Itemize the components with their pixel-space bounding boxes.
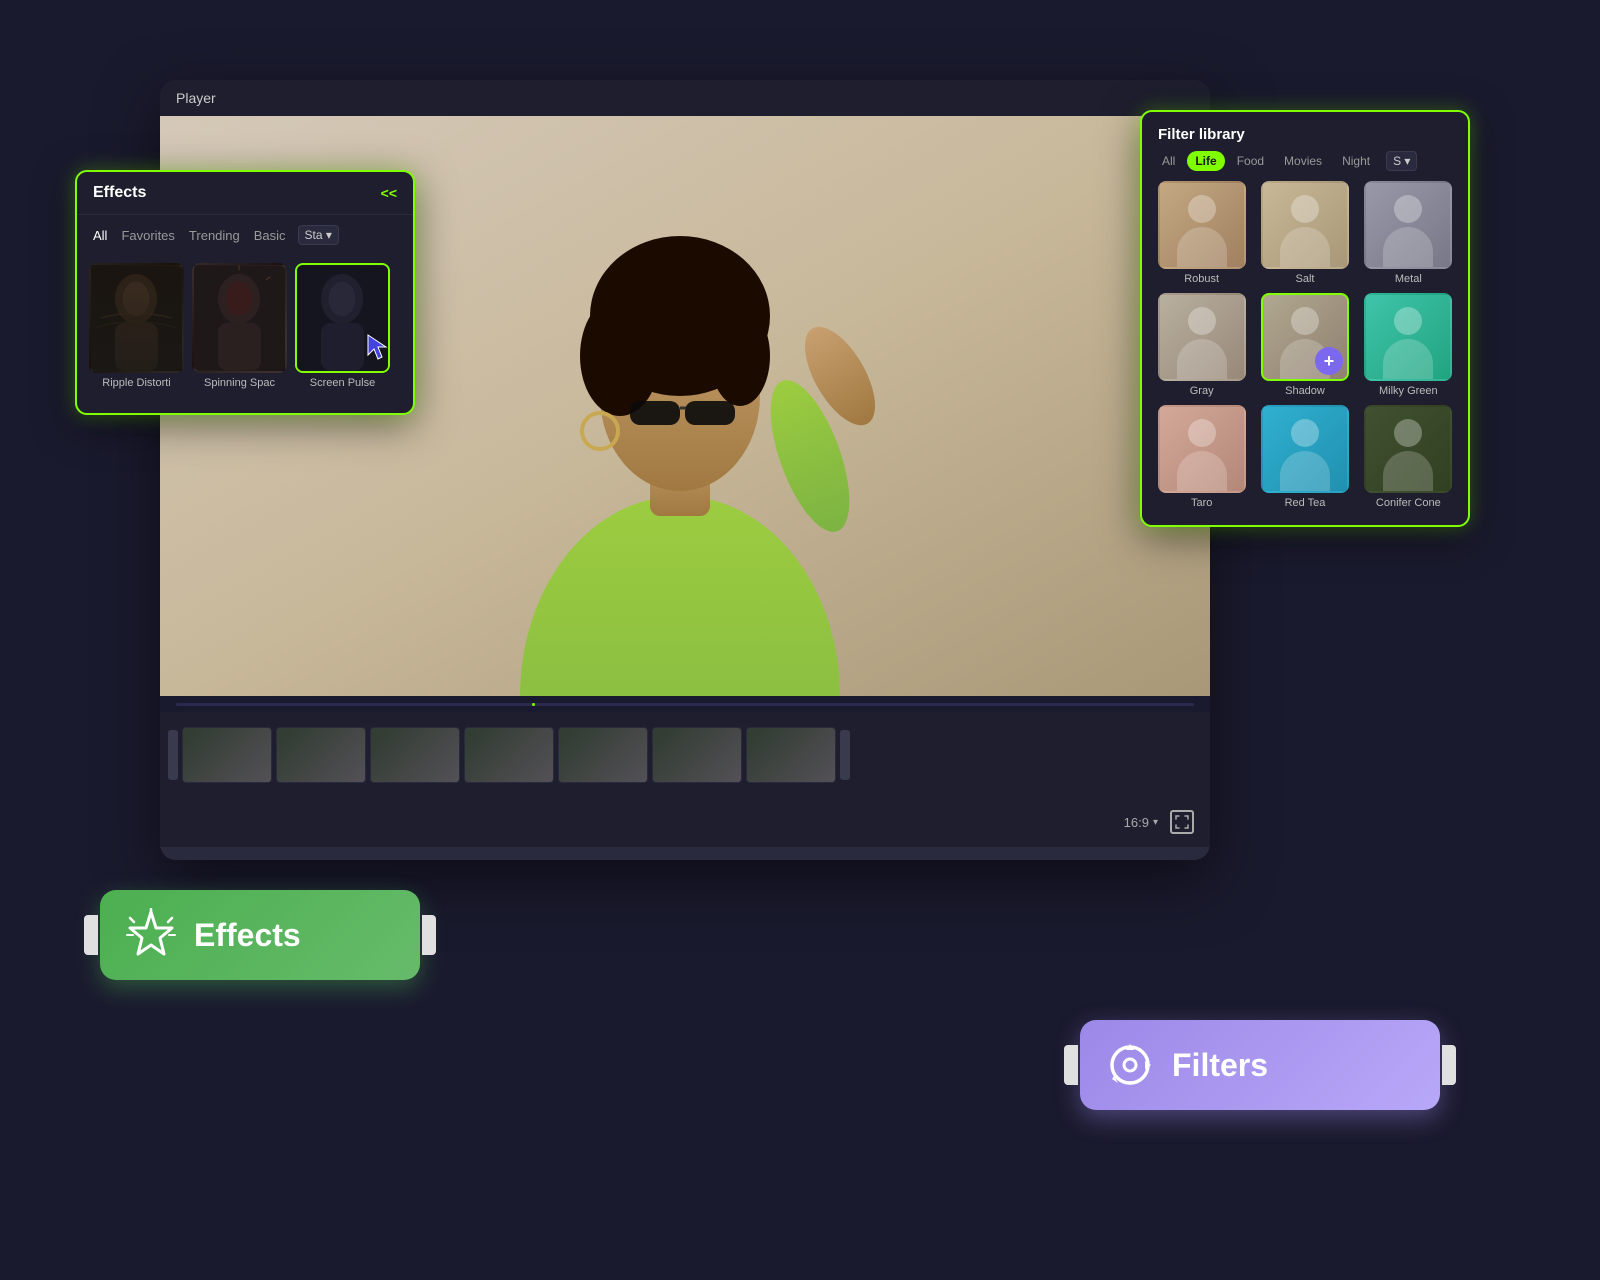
timeline-thumb-2 <box>276 727 366 783</box>
filter-tab-all[interactable]: All <box>1154 151 1183 171</box>
filter-item-milky-green[interactable]: Milky Green <box>1361 293 1456 397</box>
effect-thumb-spinning <box>192 263 287 373</box>
filter-label-red-tea: Red Tea <box>1285 497 1326 509</box>
effects-tab-trending[interactable]: Trending <box>185 226 244 245</box>
effects-panel-header: Effects << <box>77 172 413 215</box>
filter-item-conifer-cone[interactable]: Conifer Cone <box>1361 405 1456 509</box>
effects-tab-basic[interactable]: Basic <box>250 226 290 245</box>
effects-star-icon <box>124 908 178 962</box>
filter-item-salt[interactable]: Salt <box>1257 181 1352 285</box>
filter-tab-night[interactable]: Night <box>1334 151 1378 171</box>
effect-label-ripple: Ripple Distorti <box>102 377 170 389</box>
player-title: Player <box>176 90 216 106</box>
filter-item-gray[interactable]: Gray <box>1154 293 1249 397</box>
effects-badge[interactable]: Effects <box>100 890 420 980</box>
fullscreen-button[interactable] <box>1170 810 1194 834</box>
filters-badge-right-handle <box>1442 1045 1456 1085</box>
effects-tab-more-dropdown[interactable]: Sta ▾ <box>298 225 339 245</box>
filter-item-taro[interactable]: Taro <box>1154 405 1249 509</box>
effect-item-spinning[interactable]: Spinning Spac <box>192 263 287 389</box>
filter-label-shadow: Shadow <box>1285 385 1325 397</box>
effect-label-spinning: Spinning Spac <box>204 377 275 389</box>
filter-thumb-conifer-cone <box>1364 405 1452 493</box>
filter-thumb-robust <box>1158 181 1246 269</box>
filter-tab-food[interactable]: Food <box>1229 151 1272 171</box>
filter-tab-movies[interactable]: Movies <box>1276 151 1330 171</box>
effect-item-screen-pulse[interactable]: Screen Pulse <box>295 263 390 389</box>
effects-tab-all[interactable]: All <box>89 226 111 245</box>
aspect-ratio-label: 16:9 <box>1124 815 1149 830</box>
filter-tab-life[interactable]: Life <box>1187 151 1224 171</box>
filter-library-panel: Filter library All Life Food Movies Nigh… <box>1140 110 1470 527</box>
timeline-right-handle[interactable] <box>840 730 850 780</box>
filter-tab-more-dropdown[interactable]: S ▾ <box>1386 151 1417 171</box>
effect-preview-spinning <box>194 265 285 371</box>
timeline-thumb-1 <box>182 727 272 783</box>
filter-library-header: Filter library <box>1142 112 1468 151</box>
timeline-thumb-6 <box>652 727 742 783</box>
filters-badge-label: Filters <box>1172 1047 1268 1084</box>
effect-item-ripple[interactable]: Ripple Distorti <box>89 263 184 389</box>
fullscreen-icon <box>1175 815 1189 829</box>
filter-thumb-salt <box>1261 181 1349 269</box>
effects-panel-title: Effects <box>93 184 146 202</box>
timeline-thumb-5 <box>558 727 648 783</box>
filter-thumb-milky-green <box>1364 293 1452 381</box>
effects-collapse-button[interactable]: << <box>381 185 397 201</box>
cursor-arrow <box>366 333 390 363</box>
timeline-thumb-7 <box>746 727 836 783</box>
aspect-ratio-selector[interactable]: 16:9 ▾ <box>1124 815 1158 830</box>
aspect-ratio-chevron: ▾ <box>1153 817 1158 828</box>
effect-thumb-ripple <box>89 263 184 373</box>
effects-grid: Ripple Distorti Spinning Spac <box>77 255 413 397</box>
filters-icon <box>1104 1039 1156 1091</box>
timeline-controls: 16:9 ▾ <box>160 797 1210 847</box>
timeline-thumb-3 <box>370 727 460 783</box>
effect-label-screen-pulse: Screen Pulse <box>310 377 375 389</box>
player-header: Player <box>160 80 1210 116</box>
filters-badge[interactable]: Filters <box>1080 1020 1440 1110</box>
filter-label-milky-green: Milky Green <box>1379 385 1438 397</box>
effects-panel: Effects << All Favorites Trending Basic … <box>75 170 415 415</box>
timeline-dots-row <box>160 696 1210 712</box>
effects-badge-label: Effects <box>194 917 301 954</box>
filter-tabs: All Life Food Movies Night S ▾ <box>1142 151 1468 181</box>
filter-label-metal: Metal <box>1395 273 1422 285</box>
effects-badge-left-handle <box>84 915 98 955</box>
filter-thumb-gray <box>1158 293 1246 381</box>
filter-add-button[interactable]: + <box>1315 347 1343 375</box>
filter-label-gray: Gray <box>1190 385 1214 397</box>
effect-thumb-screen-pulse <box>295 263 390 373</box>
filter-library-title: Filter library <box>1158 126 1245 143</box>
filter-thumb-shadow: + <box>1261 293 1349 381</box>
filter-grid: Robust Salt Metal Gray + Shado <box>1142 181 1468 509</box>
timeline-left-handle[interactable] <box>168 730 178 780</box>
timeline-thumb-4 <box>464 727 554 783</box>
filter-thumb-metal <box>1364 181 1452 269</box>
timeline-strip <box>160 712 1210 797</box>
effects-badge-right-handle <box>422 915 436 955</box>
filter-label-taro: Taro <box>1191 497 1212 509</box>
effects-tabs: All Favorites Trending Basic Sta ▾ <box>77 215 413 255</box>
filter-thumb-taro <box>1158 405 1246 493</box>
effects-tab-favorites[interactable]: Favorites <box>117 226 178 245</box>
filter-thumb-red-tea <box>1261 405 1349 493</box>
filter-item-metal[interactable]: Metal <box>1361 181 1456 285</box>
filter-item-red-tea[interactable]: Red Tea <box>1257 405 1352 509</box>
filters-badge-left-handle <box>1064 1045 1078 1085</box>
filter-item-shadow[interactable]: + Shadow <box>1257 293 1352 397</box>
filter-label-salt: Salt <box>1296 273 1315 285</box>
effect-preview-ripple <box>91 265 182 371</box>
filter-item-robust[interactable]: Robust <box>1154 181 1249 285</box>
filter-label-conifer-cone: Conifer Cone <box>1376 497 1441 509</box>
filter-label-robust: Robust <box>1184 273 1219 285</box>
